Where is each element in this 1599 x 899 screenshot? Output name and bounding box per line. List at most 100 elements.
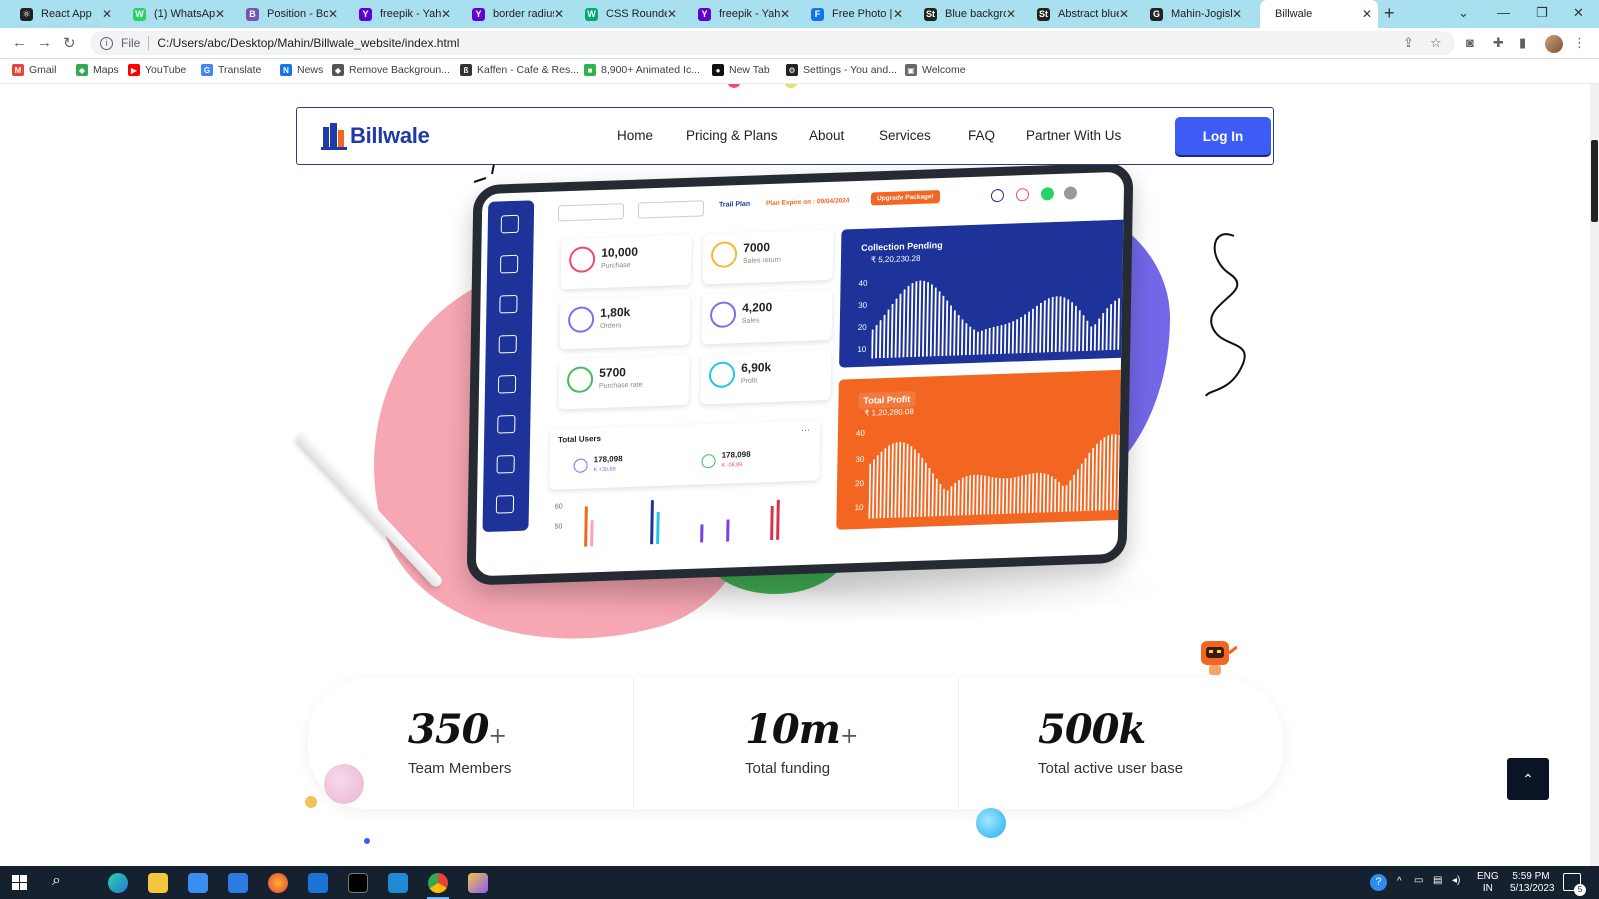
nav-link-home[interactable]: Home <box>617 128 653 143</box>
camera-icon[interactable]: ◙ <box>1466 35 1474 50</box>
restore-button[interactable]: ❐ <box>1536 5 1548 21</box>
stat-card-icon <box>708 361 736 389</box>
browser-tab[interactable]: St Blue backgro ✕ <box>909 0 1022 28</box>
new-tab-button[interactable]: + <box>1384 3 1395 24</box>
users-b-value: 178,098 <box>721 449 751 460</box>
panel-bar <box>879 451 883 519</box>
address-input[interactable]: i File C:/Users/abc/Desktop/Mahin/Billwa… <box>90 31 1455 55</box>
vscode-icon[interactable] <box>388 873 408 893</box>
page-scrollbar[interactable] <box>1590 84 1599 866</box>
tab-close-icon[interactable]: ✕ <box>893 7 903 21</box>
clock[interactable]: 5:59 PM 5/13/2023 <box>1510 871 1555 895</box>
photos-icon[interactable] <box>308 873 328 893</box>
tab-close-icon[interactable]: ✕ <box>1232 7 1242 21</box>
scroll-to-top-button[interactable]: ⌃ <box>1507 758 1549 800</box>
scrollbar-thumb[interactable] <box>1591 140 1598 222</box>
store-icon[interactable] <box>188 873 208 893</box>
browser-tab[interactable]: ⚛ React App ✕ <box>5 0 118 28</box>
bookmark-favicon-icon: N <box>280 64 292 76</box>
back-icon[interactable]: ← <box>12 34 27 51</box>
tab-close-icon[interactable]: ✕ <box>780 7 790 21</box>
firefox-icon[interactable] <box>268 873 288 893</box>
tab-close-icon[interactable]: ✕ <box>328 7 338 21</box>
browser-tab[interactable]: St Abstract blue ✕ <box>1022 0 1135 28</box>
notifications-icon[interactable]: 5 <box>1563 873 1586 896</box>
panel-bar <box>939 483 942 517</box>
forward-icon[interactable]: → <box>37 34 52 51</box>
stat-card: 7000 Sales return <box>702 229 834 285</box>
panel-bar <box>1031 308 1034 353</box>
reload-icon[interactable]: ↻ <box>63 34 76 52</box>
bookmark-item[interactable]: G Translate <box>201 64 261 76</box>
bookmark-item[interactable]: ■ 8,900+ Animated Ic... <box>584 64 700 76</box>
dashboard-sidebar <box>482 200 535 533</box>
browser-tab[interactable]: B Position - Boo✕ <box>231 0 344 28</box>
tab-close-icon[interactable]: ✕ <box>1362 7 1372 21</box>
tab-search-icon[interactable]: ⌄ <box>1458 5 1469 21</box>
minimize-button[interactable]: — <box>1497 5 1510 20</box>
bookmark-star-icon[interactable]: ☆ <box>1430 35 1442 51</box>
bookmark-favicon-icon: ▣ <box>905 64 917 76</box>
help-icon[interactable]: ? <box>1370 874 1387 891</box>
tab-close-icon[interactable]: ✕ <box>441 7 451 21</box>
bookmark-item[interactable]: ◆ Remove Backgroun... <box>332 64 450 76</box>
browser-tab[interactable]: Yborder radius ✕ <box>457 0 570 28</box>
browser-tab[interactable]: Yfreepik - Yaho ✕ <box>683 0 796 28</box>
browser-tab[interactable]: F Free Photo | F✕ <box>796 0 909 28</box>
nav-link-partner-with-us[interactable]: Partner With Us <box>1026 128 1121 143</box>
bookmark-item[interactable]: M Gmail <box>12 64 56 76</box>
browser-tab[interactable]: Yfreepik - Yaho ✕ <box>344 0 457 28</box>
browser-tab[interactable]: G Mahin-Jogish ✕ <box>1135 0 1248 28</box>
tray-device-icon[interactable]: ▭ <box>1414 875 1423 887</box>
active-browser-tab[interactable]: Billwale ✕ <box>1260 0 1378 28</box>
panel-bar <box>1076 469 1079 512</box>
search-icon[interactable]: ⌕ <box>52 872 61 890</box>
figma-icon[interactable] <box>468 873 488 893</box>
user-down-icon <box>701 453 716 469</box>
plus-icon <box>990 188 1005 203</box>
robot-mascot-icon <box>1201 641 1237 675</box>
bookmark-item[interactable]: ◆ Maps <box>76 64 119 76</box>
panel-bar <box>890 303 894 358</box>
nav-link-services[interactable]: Services <box>879 128 931 143</box>
extensions-icon[interactable]: ✚ <box>1493 35 1504 51</box>
file-explorer-icon[interactable] <box>148 873 168 893</box>
language-indicator[interactable]: ENG IN <box>1477 871 1499 895</box>
tab-close-icon[interactable]: ✕ <box>667 7 677 21</box>
browser-tab[interactable]: W (1) WhatsApp ✕ <box>118 0 231 28</box>
nav-link-about[interactable]: About <box>809 128 844 143</box>
login-button[interactable]: Log In <box>1175 117 1271 155</box>
chrome-icon[interactable] <box>428 873 448 893</box>
windows-start-icon[interactable] <box>12 875 27 890</box>
tab-close-icon[interactable]: ✕ <box>1119 7 1129 21</box>
tab-close-icon[interactable]: ✕ <box>102 7 112 21</box>
nav-link-faq[interactable]: FAQ <box>968 128 995 143</box>
network-icon[interactable]: ▤ <box>1433 875 1442 887</box>
bookmark-item[interactable]: ▣ Welcome <box>905 64 966 76</box>
mail-icon[interactable] <box>228 873 248 893</box>
bookmark-item[interactable]: ⚙ Settings - You and... <box>786 64 897 76</box>
bookmark-item[interactable]: N News <box>280 64 323 76</box>
edge-icon[interactable] <box>108 873 128 893</box>
share-icon[interactable]: ⇪ <box>1403 35 1414 51</box>
side-panel-icon[interactable]: ▮ <box>1519 35 1526 51</box>
bookmark-item[interactable]: ß Kaffen - Cafe & Res... <box>460 64 579 76</box>
tray-chevron-icon[interactable]: ^ <box>1397 876 1402 888</box>
bookmark-item[interactable]: ● New Tab <box>712 64 770 76</box>
tab-close-icon[interactable]: ✕ <box>215 7 225 21</box>
menu-kebab-icon[interactable]: ⋮ <box>1573 35 1586 51</box>
tab-close-icon[interactable]: ✕ <box>554 7 564 21</box>
volume-icon[interactable]: ◂) <box>1452 875 1460 887</box>
tab-close-icon[interactable]: ✕ <box>1006 7 1016 21</box>
panel-bar <box>1009 477 1012 514</box>
browser-tab[interactable]: W CSS Rounded✕ <box>570 0 683 28</box>
profile-avatar[interactable] <box>1545 35 1563 53</box>
bookmarks-bar: M Gmail ◆ Maps ▶ YouTube G Translate N News ◆ Remov… <box>0 59 1599 84</box>
site-info-icon[interactable]: i <box>100 36 113 50</box>
nav-link-pricing-plans[interactable]: Pricing & Plans <box>686 128 778 143</box>
terminal-icon[interactable] <box>348 873 368 893</box>
bookmark-item[interactable]: ▶ YouTube <box>128 64 186 76</box>
dashboard-topbar: Trail Plan Plan Expire on : 09/04/2024 U… <box>546 182 1121 228</box>
close-window-button[interactable]: ✕ <box>1573 5 1584 21</box>
brand-logo[interactable]: Billwale <box>321 121 430 151</box>
